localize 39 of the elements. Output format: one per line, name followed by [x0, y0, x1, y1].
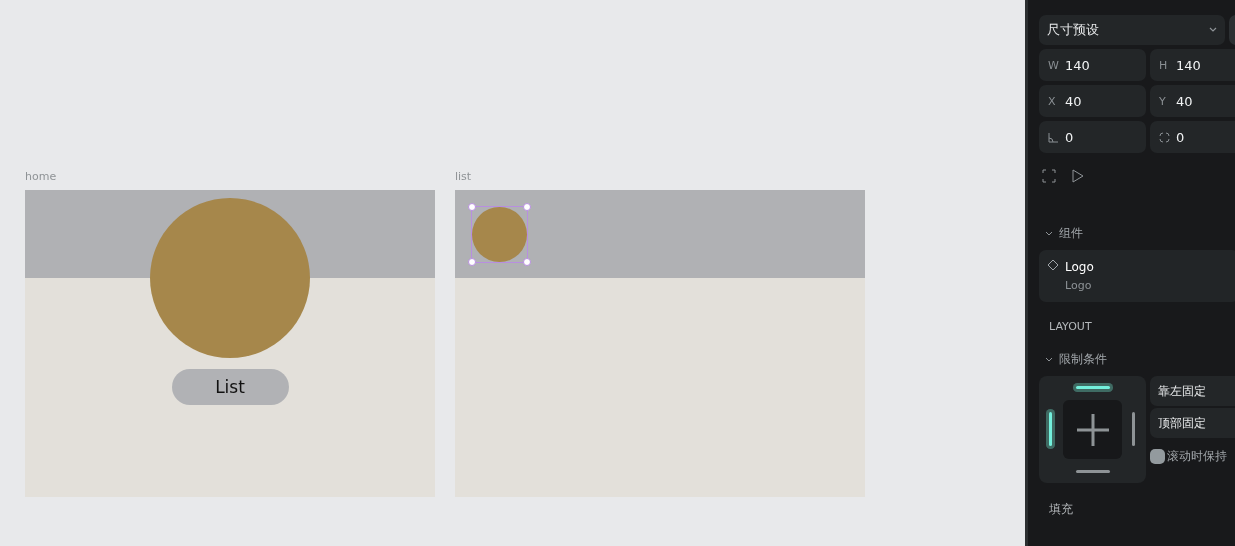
checkbox[interactable]: [1150, 449, 1165, 464]
number-field[interactable]: X 40: [1039, 85, 1146, 117]
constraint-widget[interactable]: [1039, 376, 1146, 483]
chevron-icon: [1045, 230, 1053, 237]
fill-title: 填充: [1048, 501, 1074, 518]
layout-title: LAYOUT: [1048, 319, 1093, 335]
plus-icon: [1077, 414, 1109, 446]
number-field[interactable]: 0: [1039, 121, 1146, 153]
checkbox-label: 滚动时保持: [1167, 448, 1227, 465]
list-button[interactable]: List: [171, 369, 289, 405]
right-constraint[interactable]: [1132, 412, 1135, 446]
field-label: W: [1048, 58, 1059, 72]
bottom-constraint[interactable]: [1076, 470, 1110, 473]
vertical-constraint-select[interactable]: 顶部固定: [1150, 408, 1235, 438]
play-icon[interactable]: [1072, 169, 1084, 183]
top-constraint[interactable]: [1076, 386, 1110, 389]
chevron-icon: [1209, 27, 1217, 33]
field-label: H: [1159, 58, 1169, 72]
chevron-icon: [1045, 356, 1053, 363]
field-label: Y: [1159, 94, 1167, 108]
number-field[interactable]: 0: [1150, 121, 1235, 153]
section-header[interactable]: 组件: [1039, 217, 1235, 250]
horizontal-constraint-select[interactable]: 靠左固定: [1150, 376, 1235, 406]
corner-radius-icon: [1159, 131, 1170, 143]
screen-frame[interactable]: List: [25, 190, 435, 497]
number-field[interactable]: Y 40: [1150, 85, 1235, 117]
left-constraint[interactable]: [1049, 412, 1052, 446]
fit-frame-icon[interactable]: [1042, 169, 1056, 183]
diamond-icon: [1047, 259, 1059, 271]
component-subtitle: Logo: [1065, 279, 1093, 292]
angle-icon: [1048, 131, 1059, 143]
size-preset-dropdown[interactable]: 尺寸预设: [1039, 15, 1225, 45]
component-card[interactable]: Logo Logo: [1039, 250, 1235, 302]
number-field[interactable]: W 140: [1039, 49, 1146, 81]
section-header[interactable]: 限制条件: [1039, 351, 1235, 376]
field-label: X: [1048, 94, 1057, 108]
number-field[interactable]: H 140: [1150, 49, 1235, 81]
component-name: Logo: [1065, 260, 1095, 274]
screen-frame[interactable]: [455, 190, 865, 497]
